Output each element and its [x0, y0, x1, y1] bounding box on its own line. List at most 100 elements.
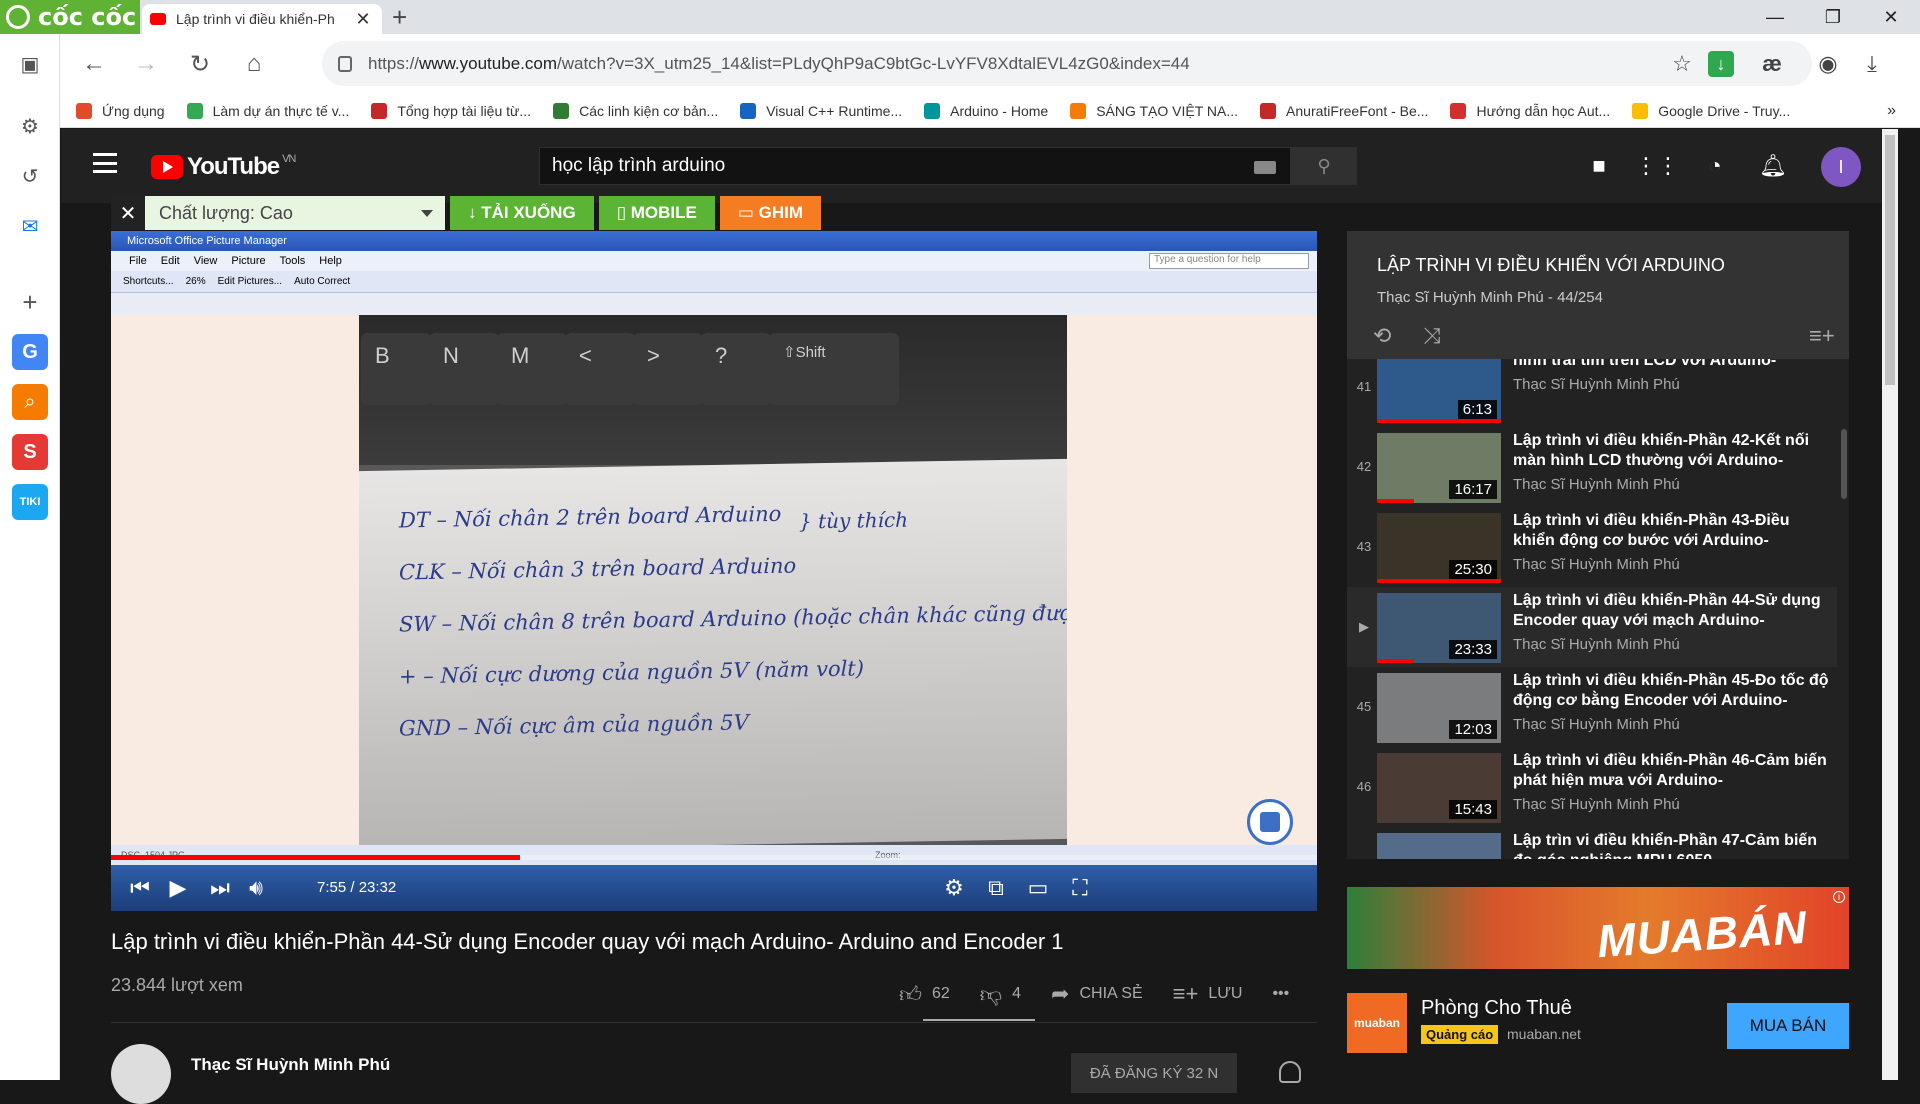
- video-player[interactable]: Microsoft Office Picture Manager File Edi…: [111, 231, 1317, 911]
- playlist-item-thumbnail[interactable]: 16:17: [1377, 433, 1501, 503]
- profile-icon[interactable]: ◉: [1810, 46, 1846, 82]
- progress-bar[interactable]: [111, 855, 1317, 860]
- playlist-item[interactable]: 45 12:03 Lập trình vi điều khiển-Phần 45-Đ…: [1347, 667, 1837, 747]
- account-avatar[interactable]: I: [1821, 147, 1861, 187]
- playlist-item[interactable]: ▶ 23:33 Lập trình vi điều khiển-Phần 44-Sử…: [1347, 587, 1837, 667]
- settings-icon[interactable]: ⚙: [12, 108, 48, 144]
- bookmark-item[interactable]: Ứng dụng: [76, 102, 165, 119]
- bookmark-favicon-icon: [1070, 102, 1087, 119]
- channel-name[interactable]: Thạc Sĩ Huỳnh Minh Phú: [191, 1055, 390, 1075]
- settings-gear-icon[interactable]: ⚙: [939, 873, 969, 903]
- downloads-icon[interactable]: ⤓: [1854, 46, 1890, 82]
- forward-icon[interactable]: →: [128, 46, 164, 82]
- quality-select[interactable]: Chất lượng: Cao: [145, 196, 445, 230]
- bookmark-item[interactable]: Tổng hợp tài liệu từ...: [371, 102, 531, 119]
- bookmark-item[interactable]: AnuratiFreeFont - Be...: [1260, 102, 1428, 119]
- bookmark-item[interactable]: SÁNG TẠO VIỆT NA...: [1070, 102, 1238, 119]
- mobile-button[interactable]: ▯ MOBILE: [598, 196, 715, 230]
- bookmark-item[interactable]: Visual C++ Runtime...: [740, 102, 902, 119]
- download-arrow-icon[interactable]: ↓: [1708, 51, 1734, 77]
- history-icon[interactable]: ↺: [12, 158, 48, 194]
- address-bar[interactable]: https://www.youtube.com/watch?v=3X_utm25…: [322, 41, 1812, 86]
- playlist-item-thumbnail[interactable]: 6:13: [1377, 359, 1501, 423]
- back-icon[interactable]: ←: [76, 46, 112, 82]
- browser-tab[interactable]: Lập trình vi điều khiển-Ph ✕: [142, 4, 382, 34]
- playlist-item-thumbnail[interactable]: 25:30: [1377, 513, 1501, 583]
- search-button[interactable]: ⚲: [1291, 147, 1357, 185]
- channel-avatar[interactable]: [111, 1044, 171, 1104]
- bookmark-item[interactable]: Google Drive - Truy...: [1632, 102, 1790, 119]
- download-button[interactable]: ↓ TẢI XUỐNG: [450, 196, 594, 230]
- page-scroll-thumb[interactable]: [1885, 135, 1895, 385]
- save-playlist-icon[interactable]: ≡+: [1809, 323, 1835, 349]
- like-button[interactable]: 👍︎ 62: [899, 981, 950, 1008]
- search-panel-icon[interactable]: ⌕: [12, 384, 48, 420]
- bookmarks-overflow-button[interactable]: »: [1887, 102, 1896, 120]
- bookmark-item[interactable]: Arduino - Home: [924, 102, 1048, 119]
- ad-cta-button[interactable]: MUA BÁN: [1727, 1003, 1849, 1049]
- menu-icon[interactable]: [93, 153, 117, 173]
- google-translate-icon[interactable]: G: [12, 334, 48, 370]
- create-video-icon[interactable]: ■: [1585, 152, 1613, 180]
- loop-icon[interactable]: ⟲: [1373, 323, 1391, 349]
- playlist-item-thumbnail[interactable]: [1377, 833, 1501, 859]
- search-input[interactable]: học lập trình arduino: [539, 147, 1291, 185]
- browser-logo[interactable]: cốc cốc: [0, 0, 140, 34]
- playlist-scrollbar[interactable]: [1841, 429, 1847, 499]
- playlist-item[interactable]: 47Lập trìn vi điều khiển-Phần 47-Cảm biế…: [1347, 827, 1837, 859]
- play-icon[interactable]: ▶: [163, 873, 193, 903]
- ad-title[interactable]: Phòng Cho Thuê: [1421, 997, 1572, 1020]
- save-button[interactable]: ≡+ LƯU: [1173, 981, 1243, 1007]
- miniplayer-icon[interactable]: ⧉: [981, 873, 1011, 903]
- playlist-title[interactable]: LẬP TRÌNH VI ĐIỀU KHIỂN VỚI ARDUINO: [1377, 255, 1725, 276]
- next-icon[interactable]: ⏭: [205, 873, 235, 903]
- extension-ae-icon[interactable]: æ: [1754, 46, 1790, 82]
- playlist-item[interactable]: 42 16:17 Lập trình vi điều khiển-Phần 42-K…: [1347, 427, 1837, 507]
- downloader-close-button[interactable]: ✕: [111, 196, 145, 230]
- ad-info-icon[interactable]: i: [1833, 891, 1845, 903]
- home-icon[interactable]: ⌂: [236, 46, 272, 82]
- pin-button[interactable]: ▭ GHIM: [719, 196, 822, 230]
- page-scrollbar[interactable]: [1882, 129, 1898, 1080]
- shuffle-icon[interactable]: ⤨: [1423, 323, 1441, 349]
- add-panel-icon[interactable]: +: [12, 284, 48, 320]
- apps-grid-icon[interactable]: ⋮⋮: [1635, 152, 1679, 180]
- bookmark-item[interactable]: Hướng dẫn học Aut...: [1450, 102, 1610, 119]
- playlist-item[interactable]: 41 6:13 hình trái tim trên LCD với Arduino…: [1347, 359, 1837, 427]
- reload-icon[interactable]: ↻: [182, 46, 218, 82]
- bookmark-star-icon[interactable]: ☆: [1664, 46, 1700, 82]
- close-window-icon[interactable]: ✕: [1862, 0, 1920, 34]
- channel-watermark-icon[interactable]: [1247, 799, 1293, 845]
- playlist-item-thumbnail[interactable]: 12:03: [1377, 673, 1501, 743]
- minimize-icon[interactable]: —: [1746, 0, 1804, 34]
- share-button[interactable]: ➦ CHIA SẺ: [1051, 981, 1143, 1007]
- previous-icon[interactable]: ⏮: [125, 873, 155, 903]
- messenger-icon[interactable]: ✉: [12, 208, 48, 244]
- tab-close-icon[interactable]: ✕: [352, 9, 374, 30]
- dislike-button[interactable]: 👎︎ 4: [980, 981, 1021, 1008]
- bookmark-favicon-icon: [76, 102, 92, 119]
- bookmark-item[interactable]: Các linh kiện cơ bản...: [553, 102, 718, 119]
- ad-banner[interactable]: MUABÁN i: [1347, 887, 1849, 969]
- subscribed-button[interactable]: ĐÃ ĐĂNG KÝ 32 N: [1071, 1053, 1237, 1093]
- ad-brand-logo[interactable]: muaban: [1347, 993, 1407, 1053]
- fullscreen-icon[interactable]: ⛶: [1065, 873, 1095, 903]
- theater-mode-icon[interactable]: ▭: [1023, 873, 1053, 903]
- thumbs-down-icon: 👎︎: [979, 981, 1003, 1007]
- new-tab-button[interactable]: +: [392, 2, 407, 33]
- more-actions-button[interactable]: •••: [1272, 985, 1289, 1003]
- maximize-icon[interactable]: ❐: [1804, 0, 1862, 34]
- volume-icon[interactable]: 🔊︎: [241, 873, 271, 903]
- playlist-item-thumbnail[interactable]: 15:43: [1377, 753, 1501, 823]
- youtube-logo[interactable]: YouTube VN: [151, 153, 296, 181]
- tiki-icon[interactable]: TIKI: [12, 484, 48, 520]
- notifications-bell-icon[interactable]: 🔔︎: [1759, 152, 1787, 180]
- sidebar-toggle-icon[interactable]: ▣: [12, 46, 48, 82]
- playlist-item-thumbnail[interactable]: 23:33: [1377, 593, 1501, 663]
- messages-icon[interactable]: ◔: [1701, 152, 1729, 180]
- bookmark-item[interactable]: Làm dự án thực tế v...: [186, 102, 349, 119]
- playlist-item[interactable]: 46 15:43 Lập trình vi điều khiển-Phần 46-C…: [1347, 747, 1837, 827]
- shopping-icon[interactable]: S: [12, 434, 48, 470]
- keyboard-icon[interactable]: [1254, 161, 1276, 174]
- playlist-item[interactable]: 43 25:30 Lập trình vi điều khiển-Phần 43-Đ…: [1347, 507, 1837, 587]
